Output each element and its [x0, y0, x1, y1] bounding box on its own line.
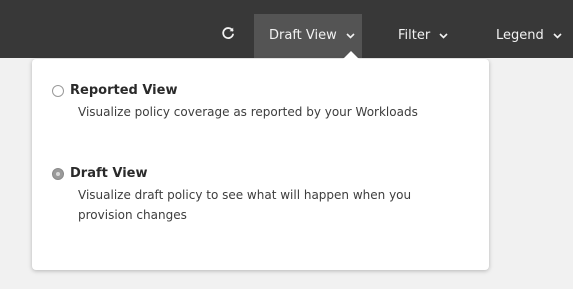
reported-view-option[interactable]: Reported View Visualize policy coverage …	[52, 83, 472, 122]
chevron-down-icon	[439, 32, 448, 39]
chevron-down-icon	[346, 32, 355, 39]
filter-dropdown-button[interactable]: Filter	[384, 14, 464, 58]
view-mode-label: Draft View	[269, 28, 337, 43]
legend-dropdown-button[interactable]: Legend	[481, 14, 573, 58]
legend-label: Legend	[496, 28, 544, 43]
chevron-down-icon	[553, 32, 562, 39]
view-mode-menu: Reported View Visualize policy coverage …	[32, 59, 489, 270]
draft-view-option[interactable]: Draft View Visualize draft policy to see…	[52, 166, 472, 225]
reported-view-title: Reported View	[70, 83, 178, 98]
dropdown-caret	[343, 51, 359, 59]
reported-view-radio[interactable]	[52, 84, 64, 97]
draft-view-title: Draft View	[70, 166, 148, 181]
filter-label: Filter	[398, 28, 431, 43]
reported-view-description: Visualize policy coverage as reported by…	[78, 105, 418, 119]
toolbar: Draft View Filter Legend	[0, 0, 573, 58]
refresh-icon[interactable]	[221, 26, 243, 48]
draft-view-description: Visualize draft policy to see what will …	[78, 188, 412, 222]
page: Draft View Filter Legend Reported View V…	[0, 0, 573, 289]
draft-view-radio[interactable]	[52, 167, 64, 180]
